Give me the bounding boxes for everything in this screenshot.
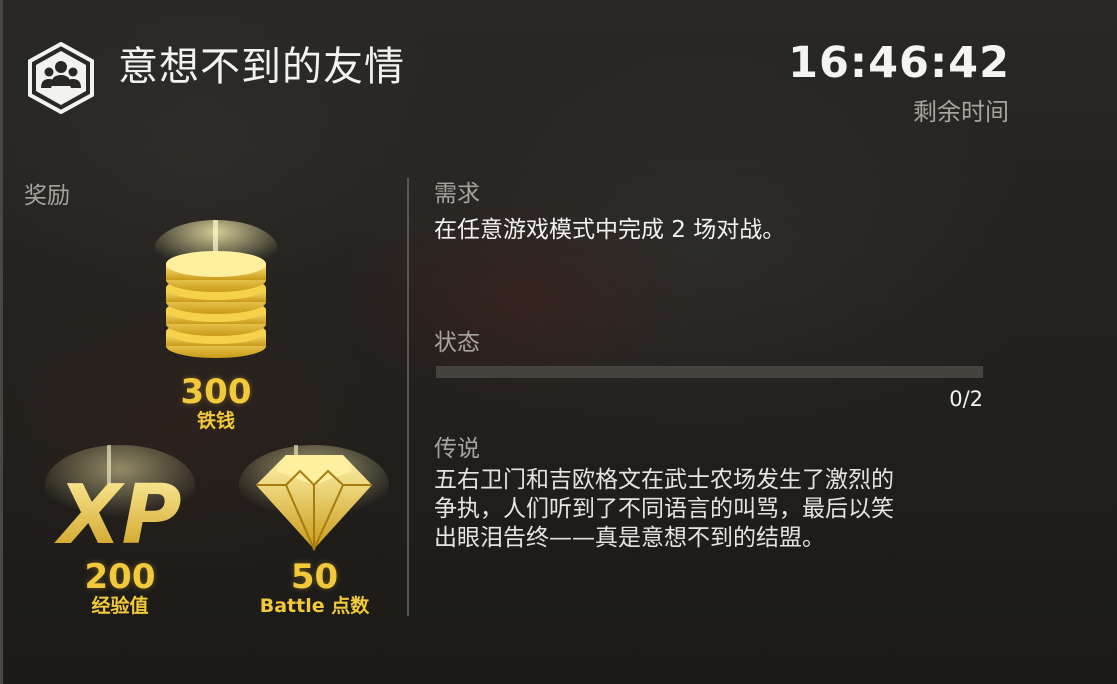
- requirement-text: 在任意游戏模式中完成 2 场对战。: [434, 217, 786, 243]
- reward-xp: XP 200 经验值: [40, 445, 200, 617]
- panel-edge: [0, 0, 3, 684]
- svg-text:XP: XP: [53, 468, 181, 555]
- event-detail-panel: 意想不到的友情 16:46:42 剩余时间 奖励 300 铁钱 XP 200 经…: [0, 0, 1117, 684]
- vertical-divider: [407, 178, 409, 616]
- countdown-timer: 16:46:42: [788, 38, 1010, 88]
- event-title: 意想不到的友情: [118, 44, 405, 90]
- battle-points-amount: 50: [290, 557, 339, 597]
- coin-reward-amount: 300: [180, 372, 252, 412]
- lore-heading: 传说: [434, 436, 480, 462]
- xp-reward-unit: 经验值: [91, 595, 149, 617]
- time-remaining-label: 剩余时间: [913, 98, 1009, 126]
- lore-line: 出眼泪告终——真是意想不到的结盟。: [434, 525, 825, 551]
- battle-points-unit: Battle 点数: [259, 595, 370, 617]
- rewards-heading: 奖励: [24, 183, 70, 209]
- lore-line: 争执，人们听到了不同语言的叫骂，最后以笑: [434, 496, 894, 522]
- progress-bar: [436, 366, 983, 378]
- xp-reward-amount: 200: [84, 557, 156, 597]
- reward-battle-points: 50 Battle 点数: [232, 445, 397, 617]
- status-heading: 状态: [434, 330, 480, 356]
- diamond-icon: [239, 445, 389, 552]
- iron-coins-icon: [154, 220, 278, 358]
- lore-line: 五右卫门和吉欧格文在武士农场发生了激烈的: [434, 467, 894, 493]
- friends-group-icon: [28, 42, 94, 114]
- lore-text: 五右卫门和吉欧格文在武士农场发生了激烈的 争执，人们听到了不同语言的叫骂，最后以…: [434, 466, 999, 553]
- requirement-heading: 需求: [434, 181, 480, 207]
- reward-iron-coins: 300 铁钱: [150, 220, 282, 432]
- xp-icon: XP: [45, 445, 195, 563]
- coin-reward-unit: 铁钱: [196, 410, 235, 432]
- progress-count: 0/2: [949, 387, 983, 411]
